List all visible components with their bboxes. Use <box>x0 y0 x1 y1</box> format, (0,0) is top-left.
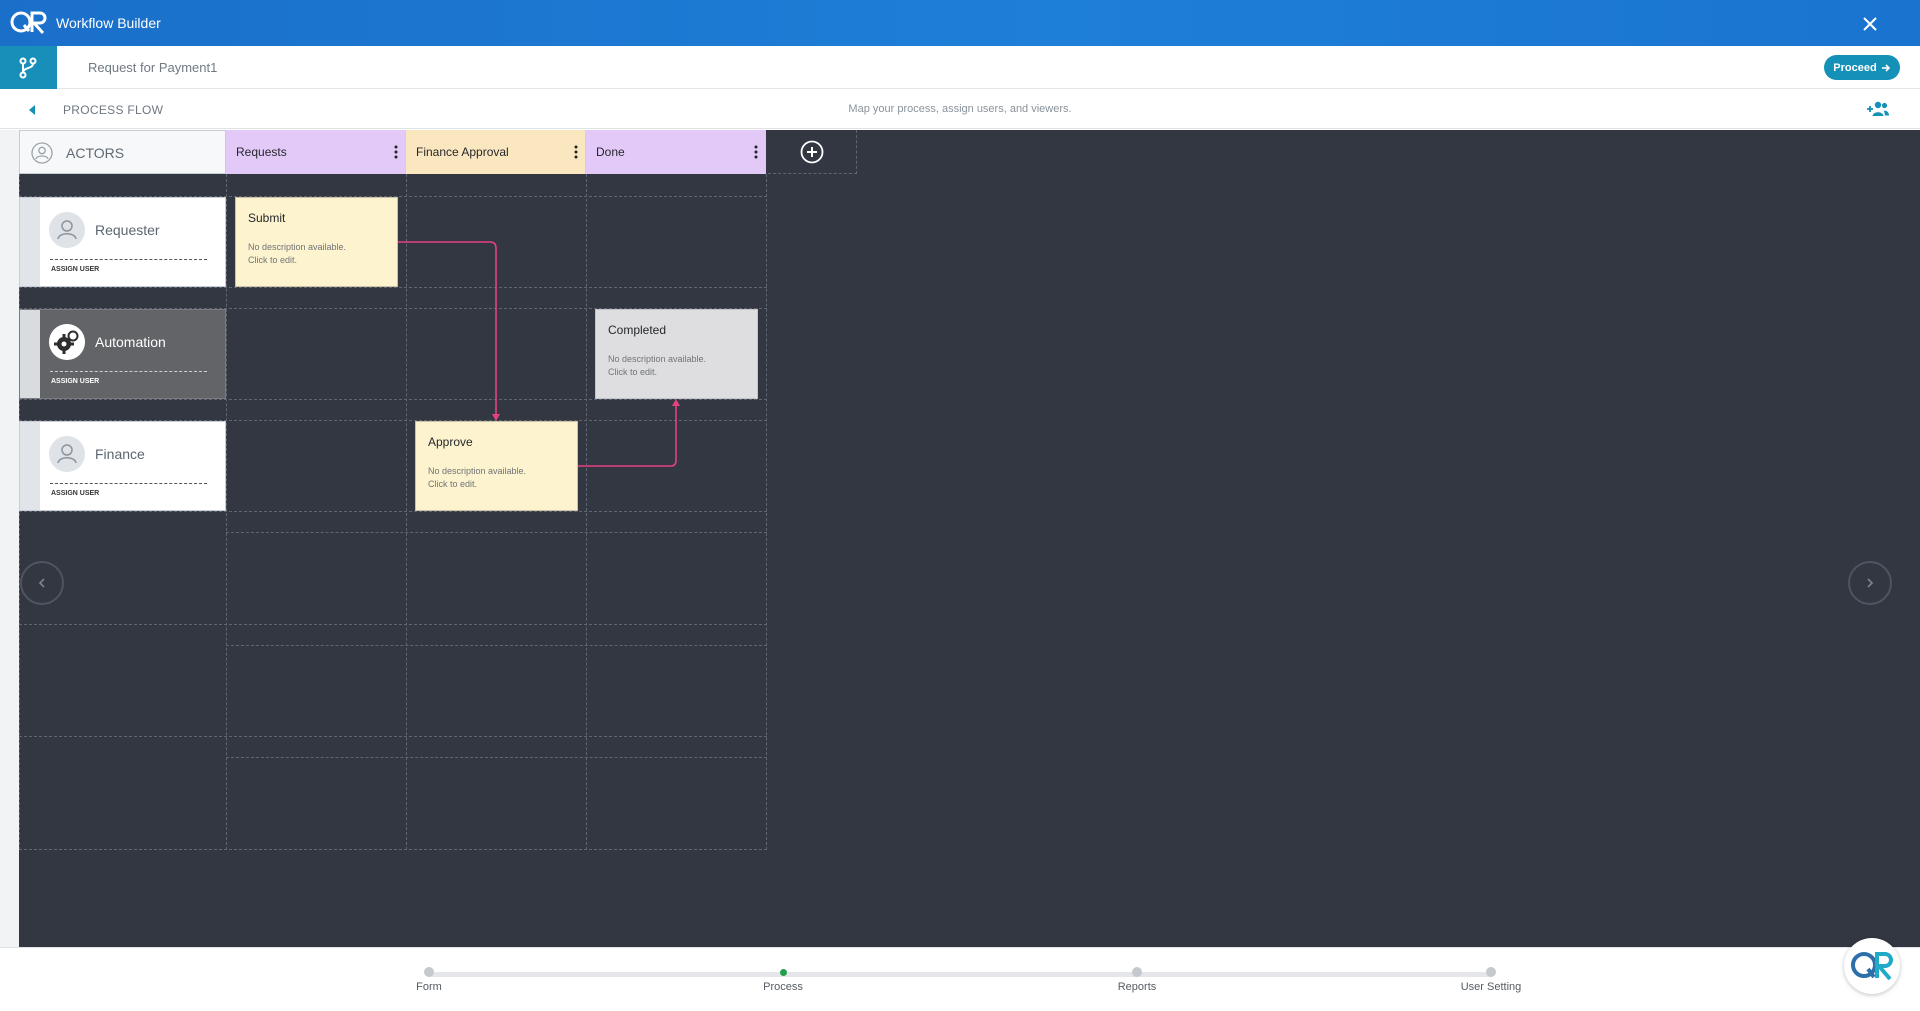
arrowhead <box>672 399 680 406</box>
user-avatar-icon <box>49 212 85 248</box>
actor-card-requester[interactable]: Requester ASSIGN USER <box>19 197 226 287</box>
grid-line <box>19 849 767 850</box>
chevron-left-icon <box>38 578 45 588</box>
stepper-label-form[interactable]: Form <box>369 981 489 993</box>
lane-header-requests[interactable]: Requests <box>226 130 406 174</box>
grid-line <box>19 736 767 737</box>
workflow-builder-app: Workflow Builder Request for Payment1 Pr… <box>0 0 1920 1011</box>
add-lane-plus-icon[interactable] <box>800 140 824 164</box>
scroll-left-button[interactable] <box>20 561 64 605</box>
app-title: Workflow Builder <box>56 15 161 31</box>
grid-line <box>19 511 767 512</box>
qr-logo-icon <box>10 11 47 35</box>
canvas-left-strip <box>0 130 19 947</box>
kebab-menu-icon[interactable] <box>753 144 759 160</box>
help-logo-button[interactable] <box>1844 938 1900 994</box>
stepper-dot-form[interactable] <box>424 967 434 977</box>
divider <box>50 371 207 372</box>
step-title: Completed <box>608 323 667 337</box>
stepper-label-reports[interactable]: Reports <box>1077 981 1197 993</box>
add-lane-cell <box>768 130 857 174</box>
grid-line <box>19 399 767 400</box>
lane-label: Requests <box>236 145 287 159</box>
wizard-stepper: Form Process Reports User Setting <box>0 947 1920 1011</box>
kebab-menu-icon[interactable] <box>393 144 399 160</box>
lane-label: Done <box>596 145 625 159</box>
assign-user-link[interactable]: ASSIGN USER <box>51 490 99 497</box>
stepper-label-process[interactable]: Process <box>723 981 843 993</box>
section-subtitle: Map your process, assign users, and view… <box>848 103 1072 115</box>
actor-name: Automation <box>95 334 166 350</box>
title-bar: Workflow Builder <box>0 0 1920 46</box>
actor-name: Finance <box>95 446 145 462</box>
divider <box>50 483 207 484</box>
actor-drag-tab[interactable] <box>20 422 40 510</box>
step-description: No description available. Click to edit. <box>428 466 527 489</box>
kebab-menu-icon[interactable] <box>573 144 579 160</box>
assign-user-link[interactable]: ASSIGN USER <box>51 266 99 273</box>
lane-label: Finance Approval <box>416 145 509 159</box>
add-user-icon[interactable] <box>1866 100 1890 118</box>
arrow-right-icon <box>1881 63 1890 72</box>
step-card-submit[interactable]: Submit No description available. Click t… <box>235 197 398 287</box>
workflow-icon-box <box>0 46 57 89</box>
grid-line <box>226 645 767 646</box>
lane-header-finance-approval[interactable]: Finance Approval <box>406 130 586 174</box>
lane-header-done[interactable]: Done <box>586 130 766 174</box>
actors-label: ACTORS <box>66 145 125 161</box>
assign-user-link[interactable]: ASSIGN USER <box>51 378 99 385</box>
stepper-dot-process[interactable] <box>780 969 787 976</box>
actors-header: ACTORS <box>19 130 226 174</box>
connector-approve-to-completed <box>578 404 677 467</box>
grid-line <box>226 757 767 758</box>
grid-line <box>226 532 767 533</box>
form-header: Request for Payment1 Proceed <box>0 46 1920 89</box>
connector-submit-to-approve <box>398 241 497 416</box>
user-avatar-icon <box>49 436 85 472</box>
form-title: Request for Payment1 <box>88 60 218 75</box>
scroll-right-button[interactable] <box>1848 561 1892 605</box>
step-title: Approve <box>428 435 473 449</box>
step-description: No description available. Click to edit. <box>608 354 707 377</box>
stepper-dot-reports[interactable] <box>1132 967 1142 977</box>
actor-name: Requester <box>95 222 160 238</box>
qr-logo-icon <box>1851 952 1893 981</box>
grid-line <box>766 174 767 850</box>
section-bar: PROCESS FLOW Map your process, assign us… <box>0 90 1920 129</box>
stepper-label-user-setting[interactable]: User Setting <box>1431 981 1551 993</box>
automation-gear-icon <box>49 324 85 360</box>
process-flow-canvas[interactable]: ACTORS Requests Finance Approval Done Re… <box>19 130 1920 947</box>
step-description: No description available. Click to edit. <box>248 242 347 265</box>
grid-line <box>19 624 767 625</box>
chevron-right-icon <box>1867 578 1874 588</box>
divider <box>50 259 207 260</box>
step-card-approve[interactable]: Approve No description available. Click … <box>415 421 578 511</box>
step-title: Submit <box>248 211 286 225</box>
grid-line <box>226 174 227 850</box>
grid-line <box>586 174 587 850</box>
step-card-completed[interactable]: Completed No description available. Clic… <box>595 309 758 399</box>
stepper-track <box>428 972 1492 977</box>
actor-card-automation[interactable]: Automation ASSIGN USER <box>19 309 226 399</box>
actor-drag-tab[interactable] <box>20 198 40 286</box>
user-circle-icon <box>31 142 53 164</box>
close-icon[interactable] <box>1858 12 1882 36</box>
grid-line <box>19 287 767 288</box>
grid-line <box>406 174 407 850</box>
proceed-label: Proceed <box>1833 61 1877 74</box>
actor-card-finance[interactable]: Finance ASSIGN USER <box>19 421 226 511</box>
proceed-button[interactable]: Proceed <box>1824 55 1900 80</box>
stepper-dot-user-setting[interactable] <box>1486 967 1496 977</box>
branch-icon <box>19 57 37 79</box>
actor-drag-tab[interactable] <box>20 310 40 398</box>
